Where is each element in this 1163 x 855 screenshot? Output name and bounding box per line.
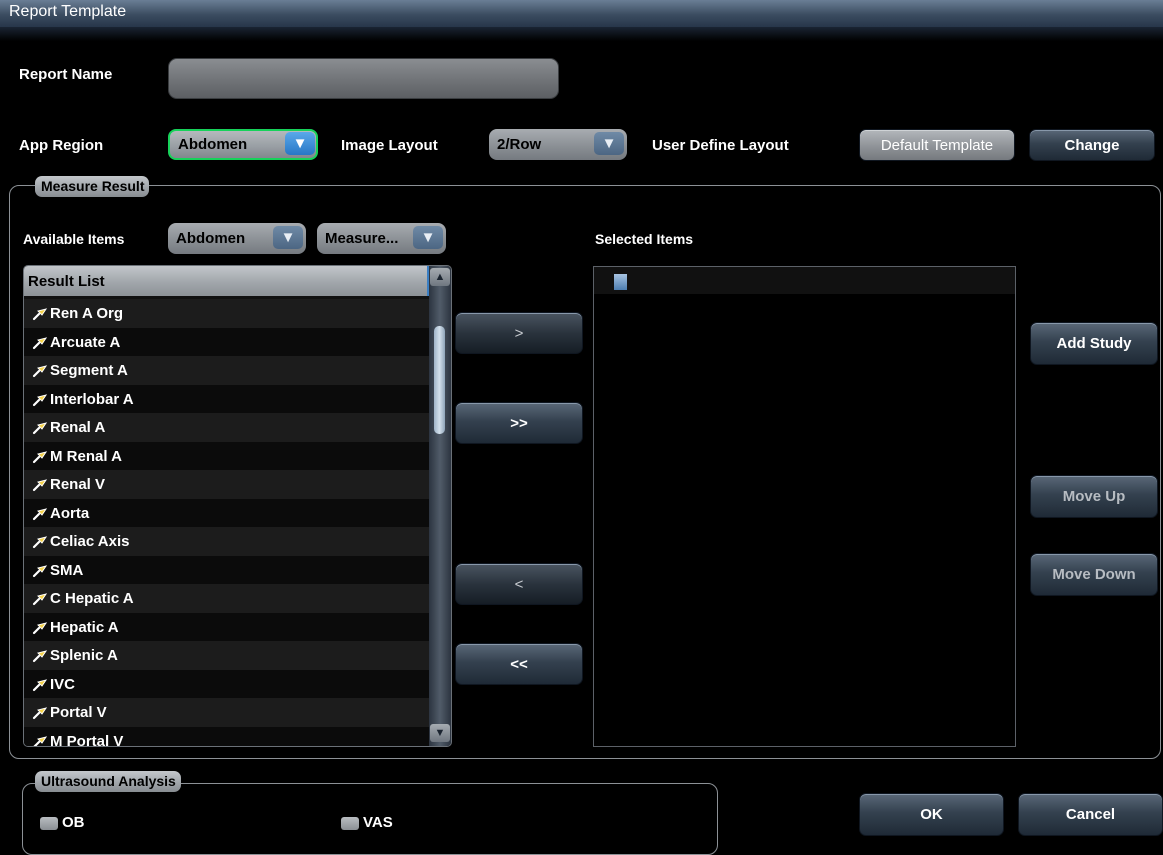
app-region-value: Abdomen xyxy=(178,136,248,153)
result-item-label: Hepatic A xyxy=(50,618,119,636)
result-list-item[interactable]: IVC xyxy=(24,669,429,699)
available-region-select[interactable]: Abdomen ▼ xyxy=(168,223,306,254)
result-list-item[interactable]: Portal V xyxy=(24,698,429,727)
scroll-up-arrow-icon[interactable]: ▲ xyxy=(430,268,450,286)
image-layout-label: Image Layout xyxy=(341,137,438,154)
result-item-label: Aorta xyxy=(50,504,90,522)
result-list-item[interactable]: Interlobar A xyxy=(24,384,429,414)
result-item-label: Portal V xyxy=(50,704,107,721)
move-up-button[interactable]: Move Up xyxy=(1030,475,1158,518)
result-item-label: M Portal V xyxy=(50,732,124,747)
result-list-item[interactable]: C Hepatic A xyxy=(24,584,429,613)
scroll-down-arrow-icon[interactable]: ▼ xyxy=(430,724,450,742)
measure-pin-icon xyxy=(32,650,48,663)
result-item-label: Interlobar A xyxy=(50,390,134,408)
measure-pin-icon xyxy=(32,593,48,606)
result-list-item[interactable]: Ren A Org xyxy=(24,299,429,328)
selected-items-row[interactable] xyxy=(594,267,1015,294)
available-items-label: Available Items xyxy=(23,231,125,247)
default-template-field: Default Template xyxy=(859,129,1015,161)
result-item-label: Splenic A xyxy=(50,647,118,664)
vas-checkbox[interactable]: VAS xyxy=(341,814,393,831)
result-item-label: Celiac Axis xyxy=(50,533,130,550)
selected-items-list[interactable] xyxy=(593,266,1016,747)
selected-items-label: Selected Items xyxy=(595,231,694,247)
selected-item-marker xyxy=(614,274,627,290)
measure-pin-icon xyxy=(32,507,48,520)
measure-pin-icon xyxy=(32,450,48,463)
result-item-label: Renal A xyxy=(50,419,106,436)
vas-label: VAS xyxy=(363,814,393,831)
available-type-value: Measure... xyxy=(325,230,399,247)
result-item-label: IVC xyxy=(50,675,76,693)
add-one-button[interactable]: > xyxy=(455,312,583,354)
result-item-label: M Renal A xyxy=(50,447,122,465)
measure-pin-icon xyxy=(32,564,48,577)
result-item-label: SMA xyxy=(50,561,84,579)
window-title-bar: Report Template xyxy=(0,0,1163,27)
result-item-label: Renal V xyxy=(50,476,106,493)
result-list-item[interactable]: Renal V xyxy=(24,470,429,499)
result-list-item[interactable]: Hepatic A xyxy=(24,612,429,642)
change-button[interactable]: Change xyxy=(1029,129,1155,161)
cancel-button[interactable]: Cancel xyxy=(1018,793,1163,836)
ob-label: OB xyxy=(62,814,85,831)
chevron-down-icon[interactable]: ▼ xyxy=(285,132,315,155)
result-list-item[interactable]: Renal A xyxy=(24,413,429,442)
result-item-label: Arcuate A xyxy=(50,333,121,351)
result-list-item[interactable]: Arcuate A xyxy=(24,327,429,357)
result-list-item[interactable]: Splenic A xyxy=(24,641,429,670)
result-item-label: C Hepatic A xyxy=(50,590,134,607)
title-bar-shadow xyxy=(0,27,1163,41)
measure-pin-icon xyxy=(32,336,48,349)
chevron-down-icon[interactable]: ▼ xyxy=(413,226,443,249)
app-region-select[interactable]: Abdomen ▼ xyxy=(168,129,318,160)
report-name-label: Report Name xyxy=(19,66,113,83)
measure-pin-icon xyxy=(32,479,48,492)
result-list[interactable]: Result List Ren A Org Arcuate A Segment A I… xyxy=(23,265,452,747)
measure-pin-icon xyxy=(32,678,48,691)
result-item-label: Segment A xyxy=(50,362,128,379)
add-all-button[interactable]: >> xyxy=(455,402,583,444)
user-define-layout-label: User Define Layout xyxy=(652,137,789,154)
report-name-input[interactable] xyxy=(168,58,559,99)
measure-pin-icon xyxy=(33,735,48,746)
measure-pin-icon xyxy=(32,308,48,321)
image-layout-select[interactable]: 2/Row ▼ xyxy=(489,129,627,160)
measure-pin-icon xyxy=(32,422,48,435)
remove-one-button[interactable]: < xyxy=(455,563,583,605)
available-type-select[interactable]: Measure... ▼ xyxy=(317,223,446,254)
window-title: Report Template xyxy=(9,3,127,20)
checkbox-icon[interactable] xyxy=(40,816,58,830)
result-list-item[interactable]: M Renal A xyxy=(24,441,429,471)
ok-button[interactable]: OK xyxy=(859,793,1004,836)
result-list-item[interactable]: Aorta xyxy=(24,498,429,528)
measure-pin-icon xyxy=(32,536,48,549)
result-list-scrollbar[interactable]: ▲ ▼ xyxy=(429,266,451,746)
move-down-button[interactable]: Move Down xyxy=(1030,553,1158,596)
chevron-down-icon[interactable]: ▼ xyxy=(594,132,624,155)
result-list-item[interactable]: SMA xyxy=(24,555,429,585)
result-list-item[interactable]: Segment A xyxy=(24,356,429,385)
result-list-item[interactable]: M Portal V xyxy=(24,726,429,747)
add-study-button[interactable]: Add Study xyxy=(1030,322,1158,365)
result-item-label: Ren A Org xyxy=(50,305,124,322)
remove-all-button[interactable]: << xyxy=(455,643,583,685)
result-list-header: Result List xyxy=(24,266,429,296)
ob-checkbox[interactable]: OB xyxy=(40,814,85,831)
chevron-down-icon[interactable]: ▼ xyxy=(273,226,303,249)
image-layout-value: 2/Row xyxy=(497,136,542,153)
measure-pin-icon xyxy=(32,621,48,634)
measure-result-caption: Measure Result xyxy=(35,176,150,197)
ultrasound-analysis-caption: Ultrasound Analysis xyxy=(35,771,181,792)
measure-pin-icon xyxy=(32,365,48,378)
result-list-item[interactable]: Celiac Axis xyxy=(24,527,429,556)
measure-pin-icon xyxy=(32,707,48,720)
scrollbar-thumb[interactable] xyxy=(434,326,445,434)
available-region-value: Abdomen xyxy=(176,230,246,247)
measure-pin-icon xyxy=(32,393,48,406)
app-region-label: App Region xyxy=(19,137,104,154)
checkbox-icon[interactable] xyxy=(341,816,359,830)
